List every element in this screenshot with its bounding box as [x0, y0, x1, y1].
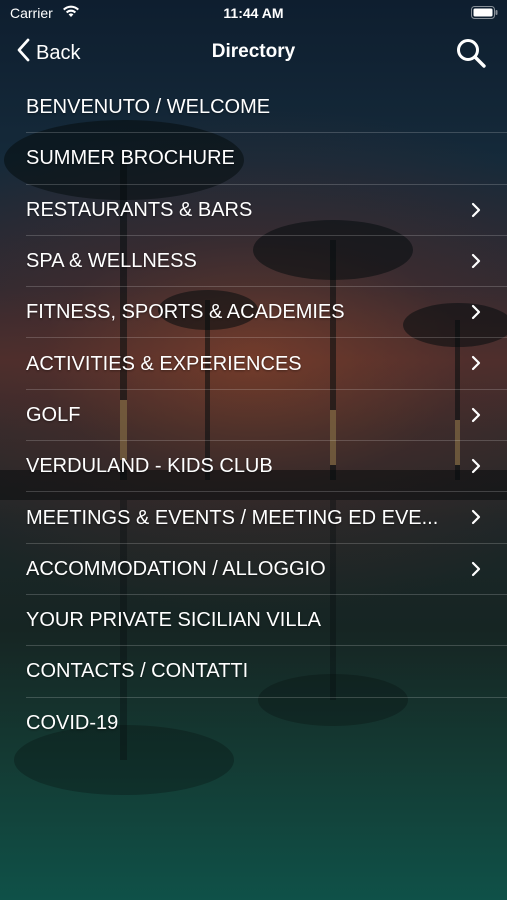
list-item[interactable]: CONTACTS / CONTATTI: [26, 646, 507, 698]
item-label: COVID-19: [26, 711, 119, 734]
item-label: SPA & WELLNESS: [26, 250, 197, 273]
list-item[interactable]: ACTIVITIES & EXPERIENCES: [26, 338, 507, 390]
list-item[interactable]: GOLF: [26, 390, 507, 442]
list-item[interactable]: ACCOMMODATION / ALLOGGIO: [26, 544, 507, 595]
list-item[interactable]: SUMMER BROCHURE: [26, 133, 507, 185]
status-bar: Carrier 11:44 AM: [0, 0, 507, 28]
item-label: RESTAURANTS & BARS: [26, 198, 253, 221]
list-item[interactable]: YOUR PRIVATE SICILIAN VILLA: [26, 595, 507, 647]
page-title: Directory: [211, 41, 296, 62]
list-item[interactable]: SPA & WELLNESS: [26, 236, 507, 288]
list-item[interactable]: RESTAURANTS & BARS: [26, 185, 507, 236]
status-time: 11:44 AM: [223, 5, 284, 21]
list-item[interactable]: BENVENUTO / WELCOME: [26, 82, 507, 134]
list-item[interactable]: MEETINGS & EVENTS / MEETING ED EVE...: [26, 492, 507, 544]
item-label: BENVENUTO / WELCOME: [26, 96, 271, 119]
list-item[interactable]: COVID-19: [26, 698, 507, 749]
list-item[interactable]: VERDULAND - KIDS CLUB: [26, 441, 507, 493]
navigation-bar: Back Directory: [0, 28, 507, 78]
search-button[interactable]: [455, 37, 487, 74]
item-label: SUMMER BROCHURE: [26, 147, 235, 170]
item-label: CONTACTS / CONTATTI: [26, 660, 249, 683]
list-item[interactable]: FITNESS, SPORTS & ACADEMIES: [26, 287, 507, 339]
chevron-right-icon: [471, 458, 481, 479]
chevron-right-icon: [471, 202, 481, 223]
item-label: MEETINGS & EVENTS / MEETING ED EVE...: [26, 506, 439, 529]
chevron-right-icon: [471, 407, 481, 428]
item-label: GOLF: [26, 403, 81, 426]
chevron-right-icon: [471, 509, 481, 530]
chevron-right-icon: [471, 561, 481, 582]
item-label: ACCOMMODATION / ALLOGGIO: [26, 557, 326, 580]
chevron-right-icon: [471, 355, 481, 376]
item-label: ACTIVITIES & EXPERIENCES: [26, 352, 302, 375]
item-label: FITNESS, SPORTS & ACADEMIES: [26, 301, 345, 324]
directory-list: BENVENUTO / WELCOME SUMMER BROCHURE REST…: [0, 82, 507, 749]
search-icon: [455, 39, 487, 73]
chevron-right-icon: [471, 253, 481, 274]
item-label: VERDULAND - KIDS CLUB: [26, 455, 273, 478]
item-label: YOUR PRIVATE SICILIAN VILLA: [26, 609, 321, 632]
battery-icon: [471, 6, 498, 23]
chevron-right-icon: [471, 304, 481, 325]
